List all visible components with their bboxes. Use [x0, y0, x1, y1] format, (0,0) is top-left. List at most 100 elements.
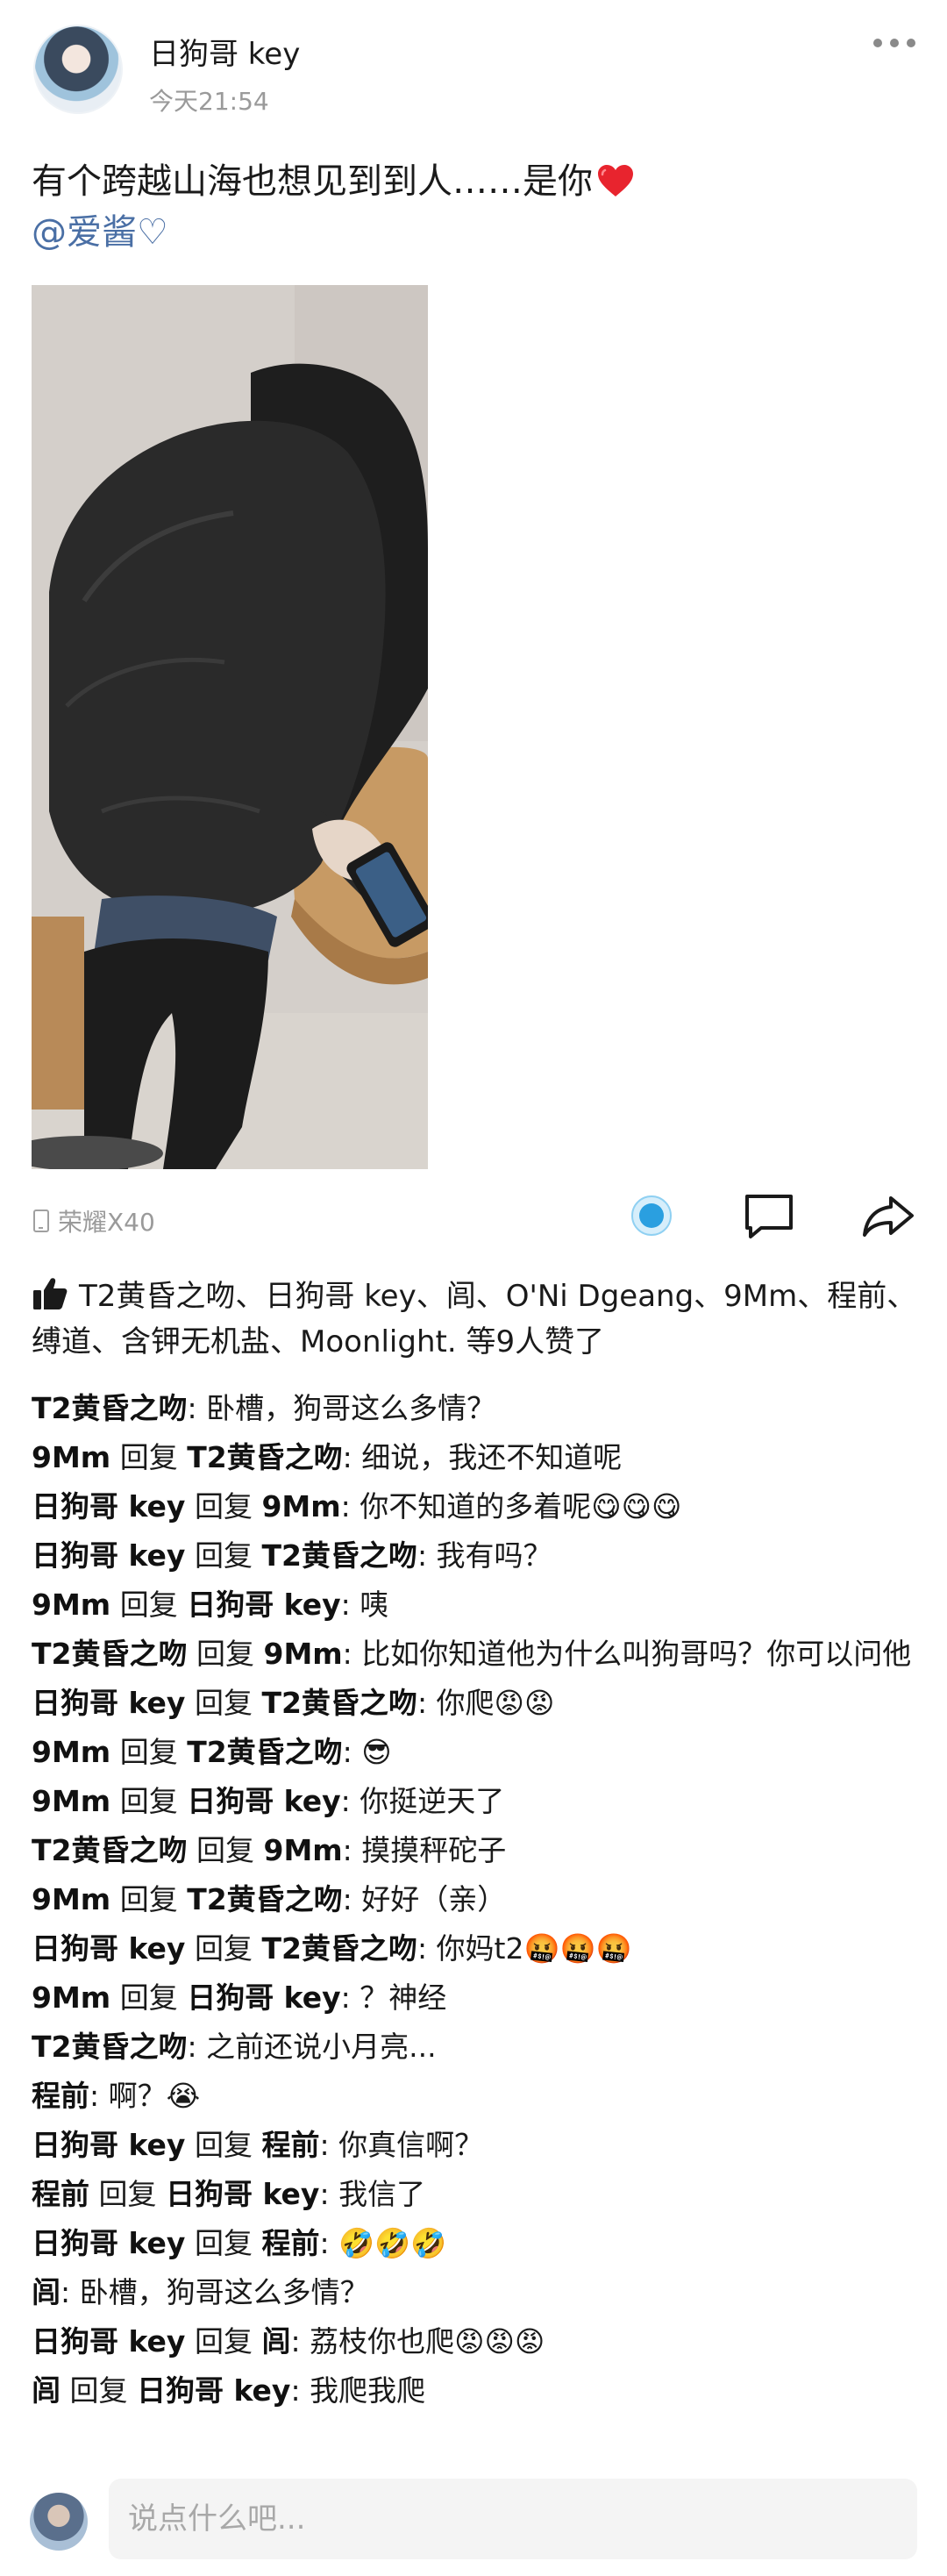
comment-separator: :	[342, 1833, 362, 1867]
comment-author[interactable]: 程前	[32, 2177, 89, 2211]
reply-word: 回复	[98, 2177, 157, 2211]
comment-author[interactable]: 日狗哥 key	[32, 2128, 185, 2162]
comment-item[interactable]: 日狗哥 key 回复 T2黄昏之吻: 我有吗？	[32, 1531, 917, 1581]
comment-text: 摸摸秤砣子	[361, 1833, 507, 1867]
comment-author[interactable]: T2黄昏之吻	[32, 2030, 187, 2064]
reply-target[interactable]: T2黄昏之吻	[261, 1538, 417, 1573]
reply-word: 回复	[194, 1686, 253, 1720]
comment-separator: :	[417, 1538, 437, 1573]
comment-item[interactable]: 程前: 啊？😭	[32, 2072, 917, 2121]
comment-author[interactable]: 闾	[32, 2275, 61, 2309]
reply-target[interactable]: 9Mm	[261, 1489, 340, 1523]
comments-list: T2黄昏之吻: 卧槽，狗哥这么多情？ 9Mm 回复 T2黄昏之吻: 细说，我还不…	[32, 1384, 917, 2415]
comment-item[interactable]: 日狗哥 key 回复 程前: 你真信啊？	[32, 2121, 917, 2170]
comment-author[interactable]: T2黄昏之吻	[32, 1637, 187, 1671]
likes-text: T2黄昏之吻、日狗哥 key、闾、O'Ni Dgeang、9Mm、程前、缚道、含…	[32, 1279, 917, 1359]
comment-input[interactable]	[109, 2479, 917, 2559]
reply-target[interactable]: 闾	[261, 2324, 290, 2358]
reply-target[interactable]: 程前	[261, 2128, 319, 2162]
device-info: 荣耀X40	[33, 1203, 155, 1238]
comment-item[interactable]: T2黄昏之吻 回复 9Mm: 比如你知道他为什么叫狗哥吗？你可以问他	[32, 1630, 917, 1679]
comment-item[interactable]: 9Mm 回复 日狗哥 key: 咦	[32, 1581, 917, 1630]
comment-separator: :	[342, 1637, 362, 1671]
reply-target[interactable]: T2黄昏之吻	[187, 1735, 342, 1769]
photo-illustration	[32, 285, 428, 1169]
author-name[interactable]: 日狗哥 key	[149, 30, 300, 73]
comment-separator: :	[61, 2275, 80, 2309]
comment-author[interactable]: 9Mm	[32, 1784, 110, 1818]
comment-button[interactable]	[742, 1191, 796, 1240]
comment-item[interactable]: 9Mm 回复 T2黄昏之吻: 细说，我还不知道呢	[32, 1433, 917, 1482]
comment-text: 我信了	[338, 2177, 426, 2211]
more-options-icon[interactable]	[873, 39, 915, 47]
post-photo[interactable]	[32, 285, 428, 1169]
reply-target[interactable]: 日狗哥 key	[166, 2177, 319, 2211]
comment-author[interactable]: 程前	[32, 2079, 89, 2113]
comment-author[interactable]: 日狗哥 key	[32, 2324, 185, 2358]
comment-text: 好好（亲）	[361, 1882, 507, 1916]
comment-text: 你真信啊？	[338, 2128, 484, 2162]
comment-item[interactable]: 日狗哥 key 回复 9Mm: 你不知道的多着呢😋😋😋	[32, 1482, 917, 1531]
comment-separator: :	[187, 1391, 207, 1425]
comment-separator: :	[290, 2373, 310, 2408]
comment-author[interactable]: T2黄昏之吻	[32, 1391, 187, 1425]
reply-target[interactable]: T2黄昏之吻	[187, 1440, 342, 1474]
likes-list[interactable]: T2黄昏之吻、日狗哥 key、闾、O'Ni Dgeang、9Mm、程前、缚道、含…	[32, 1274, 917, 1365]
comment-item[interactable]: 程前 回复 日狗哥 key: 我信了	[32, 2170, 917, 2219]
my-avatar[interactable]	[30, 2493, 88, 2551]
comment-author[interactable]: 日狗哥 key	[32, 1931, 185, 1966]
comment-author[interactable]: 日狗哥 key	[32, 2226, 185, 2260]
comment-item[interactable]: 日狗哥 key 回复 T2黄昏之吻: 你妈t2🤬🤬🤬	[32, 1924, 917, 1973]
reply-target[interactable]: T2黄昏之吻	[261, 1686, 417, 1720]
author-avatar[interactable]	[33, 25, 123, 114]
reply-target[interactable]: 9Mm	[263, 1637, 342, 1671]
comment-author[interactable]: 9Mm	[32, 1882, 110, 1916]
comment-item[interactable]: 日狗哥 key 回复 闾: 荔枝你也爬😡😡😡	[32, 2317, 917, 2366]
comment-item[interactable]: 9Mm 回复 T2黄昏之吻: 好好（亲）	[32, 1875, 917, 1924]
reply-word: 回复	[119, 1980, 178, 2015]
comment-separator: :	[417, 1686, 437, 1720]
comment-item[interactable]: 日狗哥 key 回复 程前: 🤣🤣🤣	[32, 2219, 917, 2268]
post-time: 今天21:54	[149, 87, 269, 116]
reply-word: 回复	[194, 2226, 253, 2260]
comment-author[interactable]: 9Mm	[32, 1440, 110, 1474]
comment-item[interactable]: T2黄昏之吻: 之前还说小月亮...	[32, 2023, 917, 2072]
comment-item[interactable]: 9Mm 回复 日狗哥 key: ？神经	[32, 1973, 917, 2023]
reply-target[interactable]: 日狗哥 key	[187, 1980, 340, 2015]
more-dot	[907, 39, 915, 47]
comment-separator: :	[319, 2226, 339, 2260]
phone-icon	[33, 1210, 49, 1232]
comment-item[interactable]: T2黄昏之吻 回复 9Mm: 摸摸秤砣子	[32, 1826, 917, 1875]
comment-item[interactable]: 日狗哥 key 回复 T2黄昏之吻: 你爬😡😡	[32, 1679, 917, 1728]
share-button[interactable]	[861, 1191, 915, 1240]
reply-target[interactable]: T2黄昏之吻	[261, 1931, 417, 1966]
comment-text: 荔枝你也爬😡😡😡	[310, 2324, 545, 2358]
comment-item[interactable]: 闾 回复 日狗哥 key: 我爬我爬	[32, 2366, 917, 2415]
post-body-text: 有个跨越山海也想见到到人……是你	[32, 161, 593, 202]
comment-author[interactable]: 9Mm	[32, 1735, 110, 1769]
reply-target[interactable]: 日狗哥 key	[137, 2373, 290, 2408]
reply-target[interactable]: 日狗哥 key	[187, 1784, 340, 1818]
comment-item[interactable]: 9Mm 回复 T2黄昏之吻: 😎	[32, 1728, 917, 1777]
reply-target[interactable]: 日狗哥 key	[187, 1588, 340, 1622]
comment-author[interactable]: 9Mm	[32, 1980, 110, 2015]
comment-separator: :	[340, 1784, 360, 1818]
like-circle-icon	[631, 1195, 672, 1236]
comment-author[interactable]: 日狗哥 key	[32, 1686, 185, 1720]
mention-link[interactable]: @爱酱♡	[32, 207, 168, 258]
reply-target[interactable]: T2黄昏之吻	[187, 1882, 342, 1916]
comment-item[interactable]: 9Mm 回复 日狗哥 key: 你挺逆天了	[32, 1777, 917, 1826]
reply-target[interactable]: 9Mm	[263, 1833, 342, 1867]
like-button[interactable]	[624, 1191, 679, 1240]
reply-target[interactable]: 程前	[261, 2226, 319, 2260]
comment-author[interactable]: 日狗哥 key	[32, 1489, 185, 1523]
heart-icon	[598, 165, 633, 196]
comment-item[interactable]: T2黄昏之吻: 卧槽，狗哥这么多情？	[32, 1384, 917, 1433]
comment-author[interactable]: 闾	[32, 2373, 61, 2408]
comment-author[interactable]: 日狗哥 key	[32, 1538, 185, 1573]
comment-item[interactable]: 闾: 卧槽，狗哥这么多情？	[32, 2268, 917, 2317]
comment-author[interactable]: 9Mm	[32, 1588, 110, 1622]
comment-separator: :	[187, 2030, 207, 2064]
comment-author[interactable]: T2黄昏之吻	[32, 1833, 187, 1867]
reply-word: 回复	[119, 1784, 178, 1818]
